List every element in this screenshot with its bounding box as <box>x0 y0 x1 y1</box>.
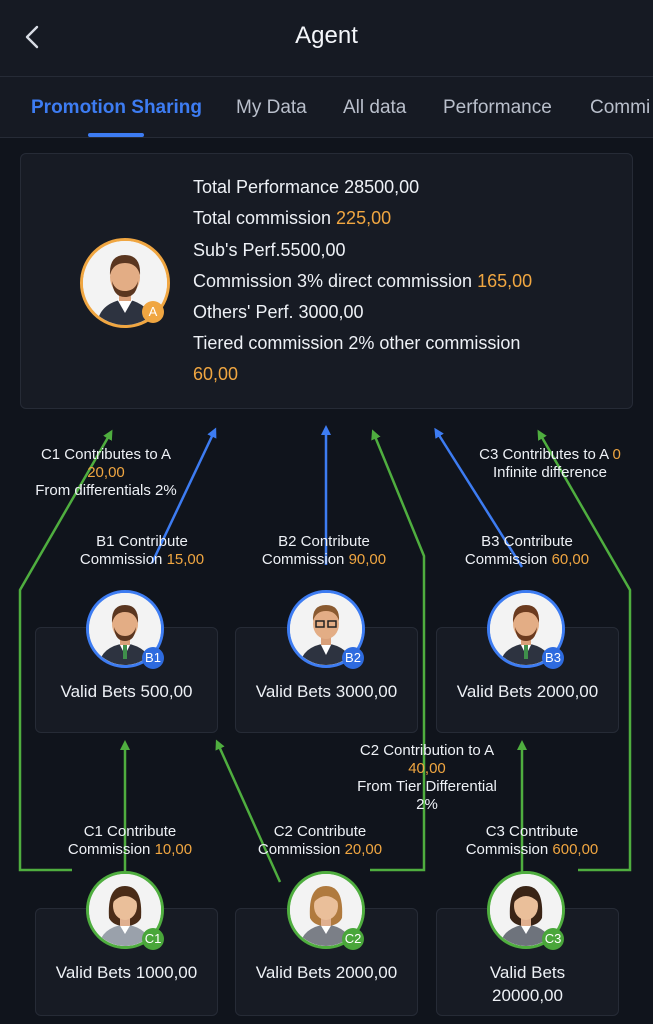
b1-contribution-line: Commission 15,00 <box>64 551 220 569</box>
c3-valid-bets-label: Valid Bets <box>489 963 566 982</box>
c2-to-a-detail: From Tier Differential <box>357 778 497 795</box>
c2-contribution-title: C2 Contribute <box>273 823 367 840</box>
c2-contribution-label: Commission <box>257 841 345 858</box>
b1-contribution-value: 15,00 <box>166 551 205 568</box>
c1-contribution-line: Commission 10,00 <box>52 841 208 859</box>
c2-valid-bets: Valid Bets 2000,00 <box>255 963 398 982</box>
b3-contribution: B3 Contribute Commission 60,00 <box>449 533 605 569</box>
c3-contribution: C3 Contribute Commission 600,00 <box>454 823 610 859</box>
b3-contribution-line: Commission 60,00 <box>449 551 605 569</box>
b3-contribution-title: B3 Contribute <box>481 533 573 550</box>
b2-contribution-value: 90,00 <box>348 551 387 568</box>
b1-contribution-label: Commission <box>79 551 167 568</box>
b3-valid-bets: Valid Bets 2000,00 <box>456 682 599 701</box>
b1-badge: B1 <box>142 647 164 669</box>
c1-to-a-value: 20,00 <box>87 464 125 481</box>
c3-to-a-label: C3 Contributes to A <box>479 446 613 463</box>
c3-to-a-note: C3 Contributes to A 0 Infinite differenc… <box>460 446 640 482</box>
c3-contribution-title: C3 Contribute <box>485 823 579 840</box>
b2-valid-bets: Valid Bets 3000,00 <box>255 682 398 701</box>
c3-to-a-value: 0 <box>612 446 621 463</box>
c1-contribution-label: Commission <box>67 841 155 858</box>
c1-contribution-title: C1 Contribute <box>83 823 177 840</box>
c3-contribution-line: Commission 600,00 <box>454 841 610 859</box>
b1-contribution-title: B1 Contribute <box>96 533 188 550</box>
c3-contribution-label: Commission <box>465 841 553 858</box>
c1-to-a-title: C1 Contributes to A <box>40 446 172 463</box>
c3-to-a-title: C3 Contributes to A 0 <box>460 446 640 464</box>
arrow-c2-to-b1 <box>215 739 282 883</box>
b1-contribution: B1 Contribute Commission 15,00 <box>64 533 220 569</box>
c2-to-a-percent: 2% <box>416 796 438 813</box>
c3-contribution-value: 600,00 <box>552 841 599 858</box>
c2-badge: C2 <box>342 928 364 950</box>
c1-to-a-note: C1 Contributes to A 20,00 From different… <box>28 446 184 500</box>
b2-contribution-title: B2 Contribute <box>278 533 370 550</box>
c2-to-a-note: C2 Contribution to A 40,00 From Tier Dif… <box>340 742 514 814</box>
b2-contribution-label: Commission <box>261 551 349 568</box>
c3-valid-bets-value: 20000,00 <box>492 986 563 1005</box>
c2-to-a-value: 40,00 <box>408 760 446 777</box>
c2-contribution-value: 20,00 <box>344 841 383 858</box>
c1-badge: C1 <box>142 928 164 950</box>
b2-contribution: B2 Contribute Commission 90,00 <box>246 533 402 569</box>
c1-valid-bets: Valid Bets 1000,00 <box>55 963 198 982</box>
c1-contribution: C1 Contribute Commission 10,00 <box>52 823 208 859</box>
b3-contribution-value: 60,00 <box>551 551 590 568</box>
b3-badge: B3 <box>542 647 564 669</box>
b2-contribution-line: Commission 90,00 <box>246 551 402 569</box>
c1-to-a-detail: From differentials 2% <box>35 482 177 499</box>
c3-to-a-detail: Infinite difference <box>493 464 607 481</box>
b3-contribution-label: Commission <box>464 551 552 568</box>
b2-badge: B2 <box>342 647 364 669</box>
c2-contribution: C2 Contribute Commission 20,00 <box>242 823 398 859</box>
c2-to-a-title: C2 Contribution to A <box>359 742 495 759</box>
c1-contribution-value: 10,00 <box>154 841 193 858</box>
c2-contribution-line: Commission 20,00 <box>242 841 398 859</box>
c3-badge: C3 <box>542 928 564 950</box>
b1-valid-bets: Valid Bets 500,00 <box>60 682 193 701</box>
